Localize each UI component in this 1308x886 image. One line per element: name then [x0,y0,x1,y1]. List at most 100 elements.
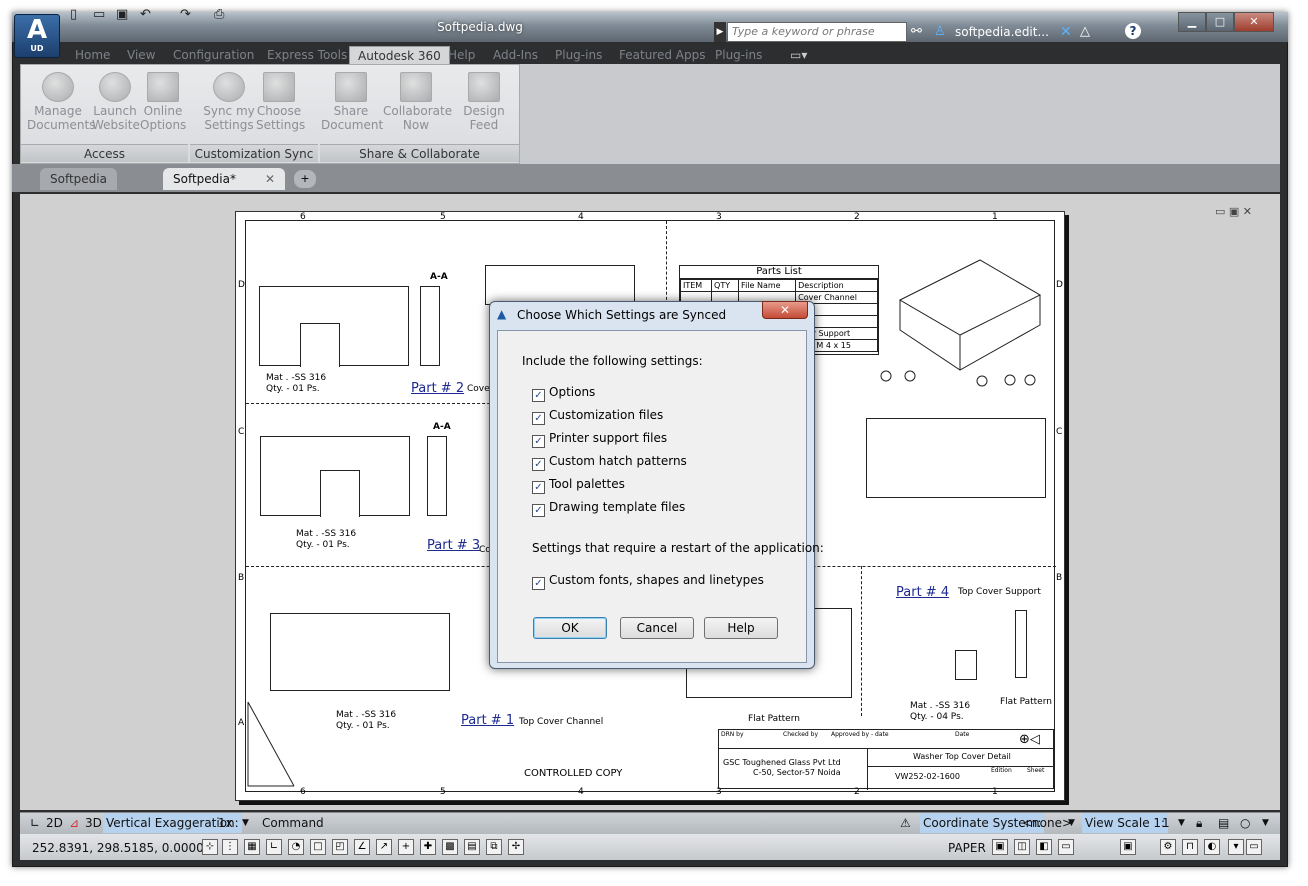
tab-plug-ins-2[interactable]: Plug-ins [715,46,762,64]
checkbox-icon[interactable]: ✓ [532,504,545,517]
tab-home[interactable]: Home [75,46,110,64]
collaborate-now-button[interactable]: Collaborate Now [383,72,452,132]
status-options-icon[interactable]: ▾ [1228,839,1244,855]
dialog-close-button[interactable]: ✕ [762,301,808,319]
dynamic-input-icon[interactable]: + [398,839,414,855]
dynamic-ucs-icon[interactable]: ↗ [376,839,392,855]
minimize-button[interactable]: ▁ [1178,12,1206,32]
cancel-button[interactable]: Cancel [620,617,694,639]
tab-add-ins[interactable]: Add-Ins [493,46,538,64]
clean-screen-icon[interactable]: ▭ [1246,839,1262,855]
print-icon[interactable]: ⎙ [214,7,224,23]
quick-properties-icon[interactable]: ▤ [464,839,480,855]
open-icon[interactable]: ▭ [93,7,105,23]
3d-button[interactable]: 3D [85,813,102,833]
checkbox-tool-palettes[interactable]: ✓ Tool palettes [532,477,625,494]
checkbox-custom-fonts[interactable]: ✓ Custom fonts, shapes and linetypes [532,573,764,590]
3d-object-snap-icon[interactable]: ◰ [332,839,348,855]
maximize-button[interactable]: □ [1206,12,1234,32]
close-button[interactable]: ✕ [1234,12,1274,32]
coordinates-readout[interactable]: 252.8391, 298.5185, 0.0000 [32,838,204,858]
undo-icon[interactable]: ↶ [140,7,151,23]
search-input[interactable]: Type a keyword or phrase [727,22,907,42]
quick-view-drawings-icon[interactable]: ▭ [1058,839,1074,855]
hardware-acceleration-icon[interactable]: ◐ [1204,839,1220,855]
tab-help[interactable]: Help [448,46,475,64]
redo-icon[interactable]: ↷ [180,7,191,23]
panel-customization-sync[interactable]: Customization Sync [190,144,318,162]
annotation-icon[interactable]: ▤ [1218,813,1229,833]
polar-tracking-icon[interactable]: ◔ [288,839,304,855]
checkbox-options[interactable]: ✓ Options [532,385,595,402]
checkbox-customization-files[interactable]: ✓ Customization files [532,408,663,425]
manage-documents-button[interactable]: Manage Documents [27,72,95,132]
toolbar-lock-icon[interactable]: ⊓ [1182,839,1198,855]
transparency-icon[interactable]: ▩ [442,839,458,855]
doc-tab-softpedia[interactable]: Softpedia [40,168,117,190]
doc-tab-softpedia-modified[interactable]: Softpedia* ✕ [163,168,285,190]
quick-view-layouts-icon[interactable]: ◧ [1036,839,1052,855]
layout-icon[interactable]: ◫ [1014,839,1030,855]
view-scale-dropdown-icon[interactable]: ▼ [1178,813,1185,833]
checkbox-icon[interactable]: ✓ [532,577,545,590]
new-tab-icon[interactable]: + [294,170,316,188]
lightbulb-icon[interactable]: ○ [1240,813,1250,833]
status-menu-icon[interactable]: ▼ [1262,813,1269,833]
binoculars-icon[interactable]: ⚯ [911,24,922,39]
tab-plug-ins[interactable]: Plug-ins [555,46,602,64]
workspace-gear-icon[interactable]: ⚙ [1160,839,1176,855]
checkbox-icon[interactable]: ✓ [532,458,545,471]
grid-display-icon[interactable]: ▦ [244,839,260,855]
close-tab-icon[interactable]: ✕ [265,168,275,190]
design-feed-button[interactable]: Design Feed [451,72,517,132]
vertical-exaggeration-value[interactable]: 1x [218,813,233,833]
save-icon[interactable]: ▣ [116,7,128,23]
vertical-exaggeration-dropdown-icon[interactable]: ▼ [242,813,249,833]
lineweight-icon[interactable]: ✚ [420,839,436,855]
ribbon-display-toggle-icon[interactable]: ▭▾ [790,46,807,64]
checkbox-icon[interactable]: ✓ [532,412,545,425]
paper-space-toggle[interactable]: PAPER [948,838,986,858]
share-document-button[interactable]: Share Document [321,72,383,132]
infer-constraints-icon[interactable]: ⊹ [202,839,218,855]
search-expand-icon[interactable]: ▶ [714,22,726,42]
application-menu-button[interactable]: A UD [14,14,60,58]
exchange-icon[interactable]: ✕ [1060,24,1072,40]
view-scale-value[interactable]: 1 [1162,813,1170,833]
snap-mode-icon[interactable]: ⋮ [222,839,238,855]
user-icon[interactable]: ♙ [934,24,946,39]
panel-share-collaborate[interactable]: Share & Collaborate [320,144,519,162]
tab-configuration[interactable]: Configuration [173,46,254,64]
ok-button[interactable]: OK [533,617,607,639]
user-name[interactable]: softpedia.edit... [955,25,1049,39]
ortho-mode-icon[interactable]: ∟ [266,839,282,855]
coordinate-system-dropdown-icon[interactable]: ▼ [1068,813,1075,833]
object-snap-icon[interactable]: □ [310,839,326,855]
checkbox-drawing-template-files[interactable]: ✓ Drawing template files [532,500,685,517]
checkbox-icon[interactable]: ✓ [532,389,545,402]
command-label[interactable]: Command [262,813,324,833]
object-snap-tracking-icon[interactable]: ∠ [354,839,370,855]
help-button[interactable]: Help [704,617,778,639]
model-icon[interactable]: ▣ [992,839,1008,855]
launch-website-button[interactable]: Launch Website [92,72,140,132]
maximize-viewport-icon[interactable]: ▣ [1120,839,1136,855]
tab-view[interactable]: View [127,46,155,64]
new-icon[interactable]: ▯ [70,7,77,23]
checkbox-custom-hatch-patterns[interactable]: ✓ Custom hatch patterns [532,454,687,471]
coordinate-system-value[interactable]: <none> [1022,813,1072,833]
checkbox-icon[interactable]: ✓ [532,435,545,448]
annotation-monitor-icon[interactable]: ✢ [508,839,524,855]
tab-featured-apps[interactable]: Featured Apps [619,46,705,64]
panel-access[interactable]: Access [21,144,188,162]
tab-autodesk-360[interactable]: Autodesk 360 [349,46,450,64]
tab-express-tools[interactable]: Express Tools [267,46,347,64]
help-icon[interactable]: ? [1125,23,1141,39]
selection-cycling-icon[interactable]: ⧉ [486,839,502,855]
choose-settings-button[interactable]: Choose Settings [256,72,305,132]
sync-settings-button[interactable]: Sync my Settings [203,72,255,132]
online-options-button[interactable]: Online Options [140,72,186,132]
checkbox-printer-support-files[interactable]: ✓ Printer support files [532,431,667,448]
lock-icon[interactable]: 🔒︎ [1196,813,1202,833]
2d-button[interactable]: 2D [46,813,63,833]
